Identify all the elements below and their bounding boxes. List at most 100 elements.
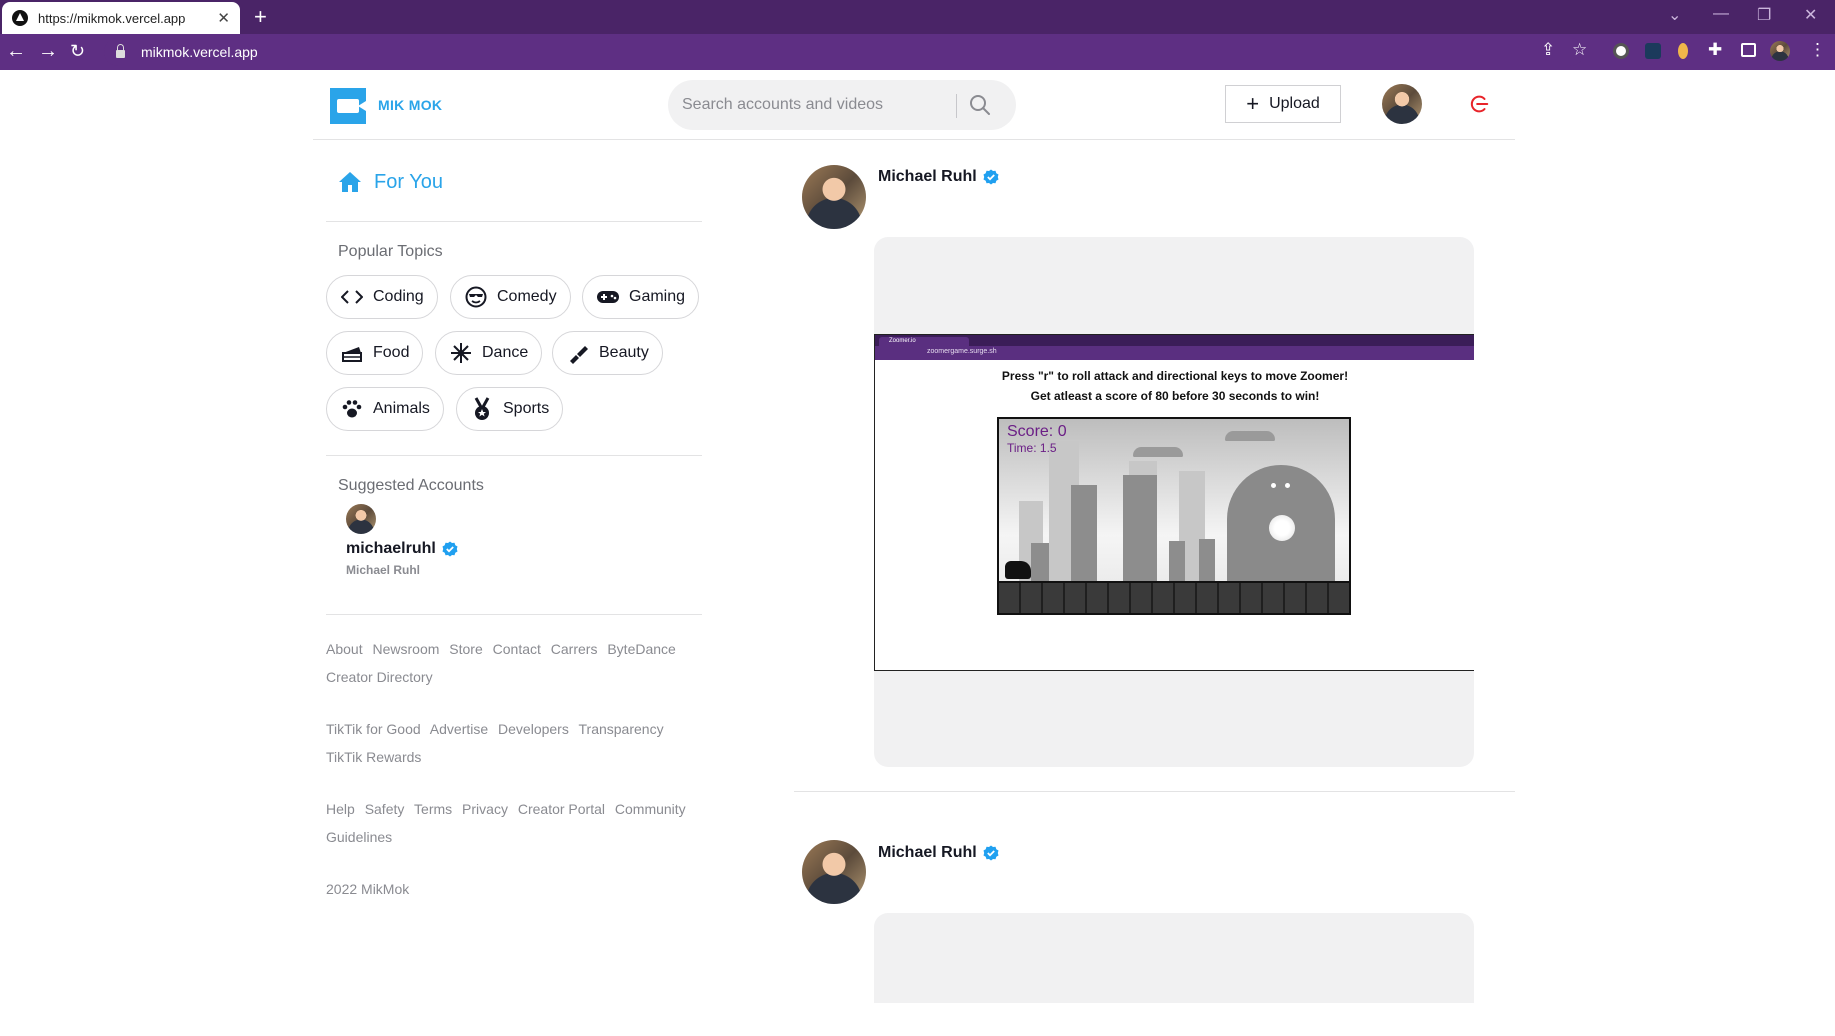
footer-link-bytedance[interactable]: ByteDance	[607, 641, 675, 657]
building	[1169, 541, 1185, 581]
window-close-icon[interactable]: ✕	[1804, 5, 1817, 25]
cloud	[1133, 447, 1183, 457]
sunglasses-face-icon	[464, 285, 488, 309]
video-mini-tab: Zoomer.io	[879, 337, 969, 346]
post-divider	[794, 791, 1515, 792]
for-you-link[interactable]: For You	[338, 170, 443, 194]
video-player[interactable]: Zoomer.io zoomergame.surge.sh Press "r" …	[874, 237, 1474, 767]
topic-chip-beauty[interactable]: Beauty	[552, 331, 663, 375]
upload-label: Upload	[1269, 95, 1320, 112]
tab-close-icon[interactable]: ✕	[217, 9, 230, 27]
footer-link-creator-portal[interactable]: Creator Portal	[518, 801, 605, 817]
suggested-account-display-name: Michael Ruhl	[346, 563, 421, 577]
footer-link-tiktik-for-good[interactable]: TikTik for Good	[326, 721, 421, 737]
game-canvas: Score: 0 Time: 1.5	[997, 417, 1351, 615]
video-frame: Zoomer.io zoomergame.surge.sh Press "r" …	[874, 334, 1474, 671]
topic-chip-dance[interactable]: Dance	[435, 331, 543, 375]
popular-topics-heading: Popular Topics	[338, 243, 443, 260]
footer-link-about[interactable]: About	[326, 641, 363, 657]
topic-label: Sports	[503, 400, 550, 417]
plus-icon: +	[1246, 91, 1260, 116]
video-mini-address-bar: zoomergame.surge.sh	[875, 346, 1474, 360]
omnibox[interactable]: mikmok.vercel.app	[104, 38, 1584, 66]
footer-link-help[interactable]: Help	[326, 801, 355, 817]
topic-label: Coding	[373, 288, 424, 305]
react-devtools-icon[interactable]	[1645, 43, 1661, 59]
suggested-account-avatar[interactable]	[346, 504, 376, 534]
game-instruction-2: Get atleast a score of 80 before 30 seco…	[1030, 389, 1320, 403]
cake-icon	[340, 341, 364, 365]
footer-link-creator-directory[interactable]: Creator Directory	[326, 669, 433, 685]
building	[1071, 485, 1097, 581]
building	[1199, 539, 1215, 581]
video-player[interactable]	[874, 913, 1474, 1003]
app-header: MIK MOK + Upload	[313, 70, 1515, 140]
search-bar	[668, 80, 1016, 130]
logout-icon[interactable]	[1468, 93, 1490, 115]
footer-link-contact[interactable]: Contact	[493, 641, 541, 657]
post-author-name[interactable]: Michael Ruhl	[878, 844, 999, 862]
for-you-label: For You	[374, 170, 443, 193]
footer-link-advertise[interactable]: Advertise	[430, 721, 488, 737]
home-icon	[339, 172, 361, 192]
footer-link-tiktik-rewards[interactable]: TikTik Rewards	[326, 749, 421, 765]
topic-chip-comedy[interactable]: Comedy	[450, 275, 571, 319]
post-author-avatar[interactable]	[802, 840, 866, 904]
user-avatar[interactable]	[1382, 84, 1422, 124]
sidepanel-icon[interactable]	[1741, 43, 1756, 57]
lock-icon	[116, 44, 125, 58]
topic-chip-sports[interactable]: Sports	[456, 387, 564, 431]
verified-badge-icon	[442, 541, 458, 557]
footer-links-group-3: Help Safety Terms Privacy Creator Portal…	[326, 795, 686, 851]
footer-link-newsroom[interactable]: Newsroom	[372, 641, 439, 657]
copyright: 2022 MikMok	[326, 881, 410, 897]
extension-icon[interactable]	[1678, 43, 1688, 59]
tab-search-icon[interactable]: ⌄	[1668, 5, 1681, 25]
footer-link-carrers[interactable]: Carrers	[551, 641, 598, 657]
topic-chip-coding[interactable]: Coding	[326, 275, 438, 319]
logo-text[interactable]: MIK MOK	[378, 97, 442, 113]
footer-links-group-1: About Newsroom Store Contact Carrers Byt…	[326, 635, 686, 691]
restore-icon[interactable]: ❐	[1757, 5, 1771, 25]
medal-icon	[470, 397, 494, 421]
footer-link-store[interactable]: Store	[449, 641, 482, 657]
video-mini-tabbar: Zoomer.io	[875, 335, 1474, 346]
menu-icon[interactable]: ⋮	[1809, 40, 1826, 60]
verified-badge-icon	[983, 169, 999, 185]
building	[1123, 475, 1157, 581]
footer-link-terms[interactable]: Terms	[414, 801, 452, 817]
upload-button[interactable]: + Upload	[1225, 85, 1341, 123]
extension-icon[interactable]	[1613, 43, 1629, 59]
post-author-avatar[interactable]	[802, 165, 866, 229]
new-tab-icon[interactable]: +	[254, 4, 267, 30]
back-icon[interactable]: ←	[6, 41, 26, 61]
topic-label: Food	[373, 344, 410, 361]
player-character	[1005, 561, 1031, 579]
search-input[interactable]	[682, 80, 952, 130]
author-name-text: Michael Ruhl	[878, 168, 977, 185]
profile-avatar[interactable]	[1770, 41, 1790, 61]
suggested-account-username[interactable]: michaelruhl	[346, 540, 458, 558]
minimize-icon[interactable]: —	[1713, 5, 1729, 23]
search-icon[interactable]	[968, 93, 992, 117]
post-author-name[interactable]: Michael Ruhl	[878, 168, 999, 186]
footer-link-developers[interactable]: Developers	[498, 721, 569, 737]
bookmark-star-icon[interactable]: ☆	[1572, 40, 1587, 60]
footer-link-safety[interactable]: Safety	[365, 801, 405, 817]
forward-icon[interactable]: →	[38, 41, 58, 61]
cloud	[1225, 431, 1275, 441]
footer-link-privacy[interactable]: Privacy	[462, 801, 508, 817]
video-mini-url: zoomergame.surge.sh	[927, 348, 997, 355]
topic-chip-food[interactable]: Food	[326, 331, 424, 375]
share-icon[interactable]: ⇪	[1541, 40, 1555, 60]
footer-links-group-2: TikTik for Good Advertise Developers Tra…	[326, 715, 686, 771]
lipstick-icon	[566, 341, 590, 365]
reload-icon[interactable]: ↻	[70, 41, 85, 61]
footer-link-transparency[interactable]: Transparency	[579, 721, 664, 737]
browser-tab[interactable]: https://mikmok.vercel.app ✕	[2, 2, 240, 34]
topic-chip-gaming[interactable]: Gaming	[582, 275, 700, 319]
tab-title: https://mikmok.vercel.app	[38, 10, 186, 26]
puzzle-icon[interactable]: ✚	[1708, 40, 1722, 60]
topic-chip-animals[interactable]: Animals	[326, 387, 444, 431]
logo-icon[interactable]	[330, 88, 366, 124]
